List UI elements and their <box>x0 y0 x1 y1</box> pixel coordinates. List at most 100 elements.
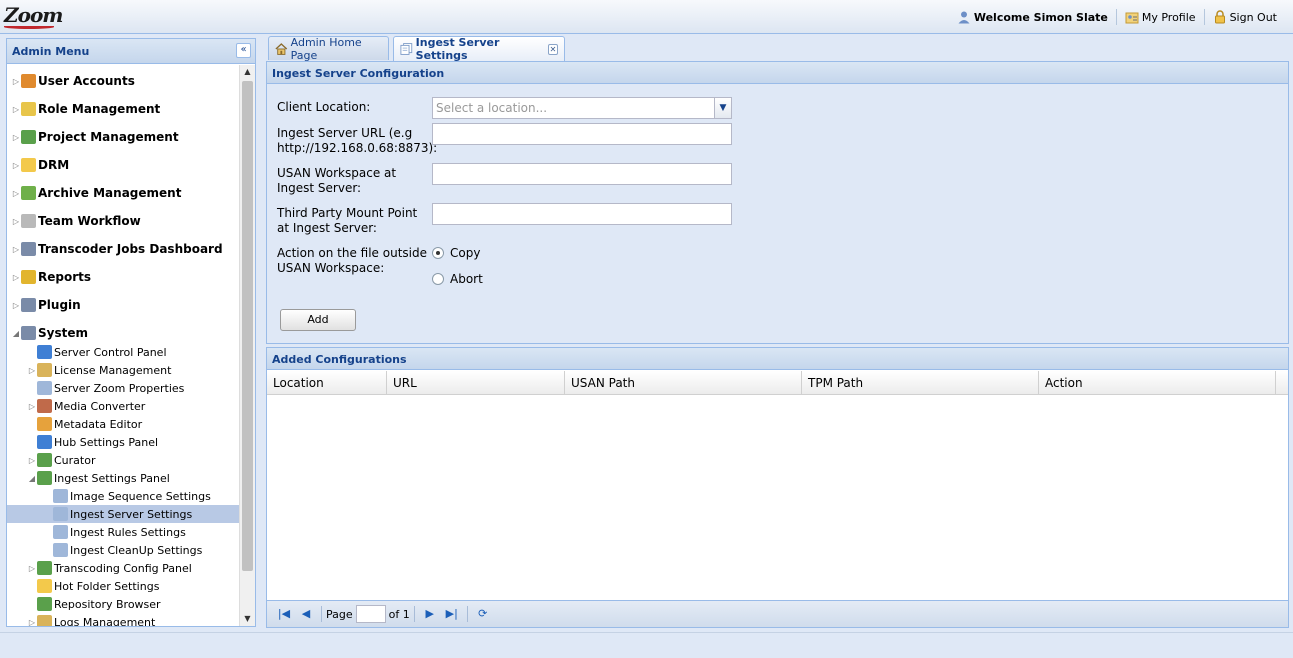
column-header-usan-path[interactable]: USAN Path <box>565 371 802 395</box>
folder-icon <box>21 158 36 172</box>
expand-arrow-icon[interactable]: ▷ <box>27 456 37 465</box>
copy-label: Copy <box>450 246 481 260</box>
config-panel-title: Ingest Server Configuration <box>267 62 1288 84</box>
tree-item-label: Logs Management <box>54 615 156 627</box>
expanded-arrow-icon[interactable]: ◢ <box>11 329 21 338</box>
tree-item-ingest-settings-panel[interactable]: ◢ Ingest Settings Panel <box>7 469 239 487</box>
tree-item-hot-folder-settings[interactable]: Hot Folder Settings <box>7 577 239 595</box>
client-location-select[interactable]: Select a location... ▼ <box>432 97 732 119</box>
ingest-url-label: Ingest Server URL (e.g http://192.168.0.… <box>277 126 438 155</box>
tree-item-archive-management[interactable]: ▷ Archive Management <box>7 184 239 202</box>
tree-item-label: Metadata Editor <box>54 417 143 431</box>
column-header-action[interactable]: Action <box>1039 371 1276 395</box>
column-header-location[interactable]: Location <box>267 371 387 395</box>
expand-arrow-icon[interactable]: ▷ <box>11 217 21 226</box>
plugin-icon <box>21 298 36 312</box>
user-icon <box>958 11 970 24</box>
tree-item-logs-management[interactable]: ▷ Logs Management <box>7 613 239 626</box>
ingest-url-field[interactable] <box>432 123 732 145</box>
expand-arrow-icon[interactable]: ▷ <box>11 245 21 254</box>
tree-item-drm[interactable]: ▷ DRM <box>7 156 239 174</box>
profile-icon <box>1125 12 1139 24</box>
abort-radio[interactable]: Abort <box>432 272 483 286</box>
tree-item-server-zoom-properties[interactable]: Server Zoom Properties <box>7 379 239 397</box>
tpm-field[interactable] <box>432 203 732 225</box>
scroll-down-arrow-icon[interactable]: ▼ <box>240 612 255 626</box>
tree-item-license-management[interactable]: ▷ License Management <box>7 361 239 379</box>
tpm-label: Third Party Mount Point at Ingest Server… <box>277 206 418 235</box>
expand-arrow-icon[interactable]: ▷ <box>27 402 37 411</box>
tree-item-label: Server Control Panel <box>54 345 167 359</box>
sign-out-link[interactable]: Sign Out <box>1203 9 1285 25</box>
tree-item-hub-settings-panel[interactable]: Hub Settings Panel <box>7 433 239 451</box>
tree-item-ingest-rules-settings[interactable]: Ingest Rules Settings <box>7 523 239 541</box>
close-tab-icon[interactable]: ✕ <box>547 43 558 55</box>
license-icon <box>37 615 52 626</box>
tree-item-transcoding-config-panel[interactable]: ▷ Transcoding Config Panel <box>7 559 239 577</box>
tree-item-transcoder-jobs-dashboard[interactable]: ▷ Transcoder Jobs Dashboard <box>7 240 239 258</box>
added-configurations-panel: Added Configurations Location URL USAN P… <box>266 347 1289 628</box>
expand-arrow-icon[interactable]: ▷ <box>11 161 21 170</box>
tree-item-curator[interactable]: ▷ Curator <box>7 451 239 469</box>
archive-icon <box>21 186 36 200</box>
tree-icon <box>37 453 52 467</box>
last-page-icon[interactable]: ▶| <box>444 606 460 622</box>
tree-item-user-accounts[interactable]: ▷ User Accounts <box>7 72 239 90</box>
expand-arrow-icon[interactable]: ▷ <box>11 301 21 310</box>
copy-radio[interactable]: Copy <box>432 246 480 260</box>
tree-item-ingest-server-settings[interactable]: Ingest Server Settings <box>7 505 239 523</box>
media-converter-icon <box>37 399 52 413</box>
expanded-arrow-icon[interactable]: ◢ <box>27 474 37 483</box>
expand-arrow-icon[interactable]: ▷ <box>11 105 21 114</box>
tree-item-role-management[interactable]: ▷ Role Management <box>7 100 239 118</box>
page-number-input[interactable] <box>355 605 386 623</box>
tree-item-plugin[interactable]: ▷ Plugin <box>7 296 239 314</box>
usan-workspace-field[interactable] <box>432 163 732 185</box>
expand-arrow-icon[interactable]: ▷ <box>11 189 21 198</box>
tree-item-label: Ingest Rules Settings <box>70 525 186 539</box>
tree-item-ingest-cleanup-settings[interactable]: Ingest CleanUp Settings <box>7 541 239 559</box>
column-header-tpm-path[interactable]: TPM Path <box>802 371 1039 395</box>
add-button[interactable]: Add <box>280 309 356 331</box>
chevron-down-icon[interactable]: ▼ <box>714 98 731 118</box>
tab-admin-home-page[interactable]: Admin Home Page <box>268 36 389 62</box>
tab-ingest-server-settings[interactable]: Ingest Server Settings ✕ <box>393 36 565 62</box>
admin-menu-tree: ▷ User Accounts ▷ Role Management ▷ Project M… <box>7 65 239 626</box>
expand-arrow-icon[interactable]: ▷ <box>27 618 37 627</box>
first-page-icon[interactable]: |◀ <box>276 606 292 622</box>
refresh-icon[interactable]: ⟳ <box>475 606 491 622</box>
scroll-up-arrow-icon[interactable]: ▲ <box>240 65 255 79</box>
tree-item-label: Repository Browser <box>54 597 161 611</box>
logo-text: Zoom <box>4 3 63 27</box>
abort-radio-button[interactable] <box>432 273 444 285</box>
tree-item-media-converter[interactable]: ▷ Media Converter <box>7 397 239 415</box>
tree-scrollbar[interactable]: ▲ ▼ <box>239 65 255 626</box>
expand-arrow-icon[interactable]: ▷ <box>11 133 21 142</box>
tree-item-label: Ingest Server Settings <box>70 507 193 521</box>
pie-chart-icon <box>21 130 36 144</box>
my-profile-link[interactable]: My Profile <box>1115 9 1204 25</box>
tree-item-system[interactable]: ◢ System <box>7 324 239 342</box>
user-icon <box>21 74 36 88</box>
column-header-url[interactable]: URL <box>387 371 565 395</box>
tree-item-repository-browser[interactable]: Repository Browser <box>7 595 239 613</box>
tree-item-image-sequence-settings[interactable]: Image Sequence Settings <box>7 487 239 505</box>
tree-item-label: Ingest CleanUp Settings <box>70 543 203 557</box>
tree-item-team-workflow[interactable]: ▷ Team Workflow <box>7 212 239 230</box>
user-area: Welcome Simon Slate My Profile Sign Out <box>949 9 1285 25</box>
expand-arrow-icon[interactable]: ▷ <box>11 77 21 86</box>
copy-radio-button[interactable] <box>432 247 444 259</box>
expand-arrow-icon[interactable]: ▷ <box>11 273 21 282</box>
tree-item-metadata-editor[interactable]: Metadata Editor <box>7 415 239 433</box>
tree-item-project-management[interactable]: ▷ Project Management <box>7 128 239 146</box>
expand-arrow-icon[interactable]: ▷ <box>27 366 37 375</box>
next-page-icon[interactable]: ▶ <box>422 606 438 622</box>
scroll-thumb[interactable] <box>242 81 253 571</box>
tree-item-reports[interactable]: ▷ Reports <box>7 268 239 286</box>
metadata-icon <box>37 417 52 431</box>
collapse-left-button[interactable]: « <box>236 43 251 58</box>
prev-page-icon[interactable]: ◀ <box>298 606 314 622</box>
tree-item-server-control-panel[interactable]: Server Control Panel <box>7 343 239 361</box>
pager-separator <box>466 606 468 622</box>
expand-arrow-icon[interactable]: ▷ <box>27 564 37 573</box>
